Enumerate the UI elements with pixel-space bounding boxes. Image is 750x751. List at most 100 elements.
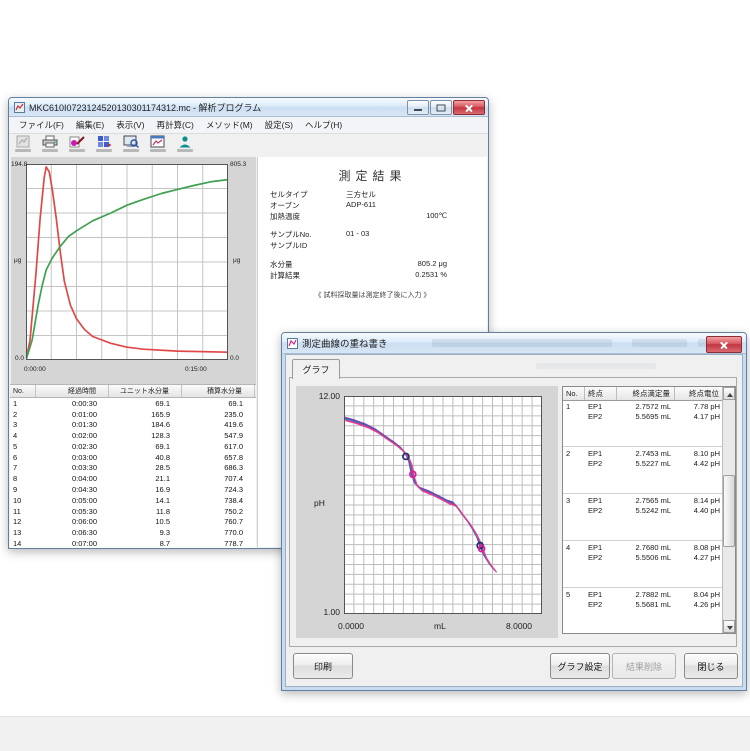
- result-number: 3: [566, 496, 570, 505]
- ep-label: EP2: [585, 459, 617, 469]
- ep-volume: 5.5242 mL: [617, 506, 675, 516]
- table-cell: 778.7: [182, 539, 255, 548]
- column-header[interactable]: No.: [10, 385, 36, 397]
- table-header: No.経過時間ユニット水分量積算水分量: [10, 385, 256, 398]
- overlay-title-bar[interactable]: 測定曲線の重ね書き: [282, 333, 746, 354]
- table-cell: 617.0: [182, 442, 255, 451]
- table-cell: 28.5: [109, 463, 182, 472]
- main-title-bar[interactable]: MKC610I0723124520130301174312.mc - 解析プログ…: [9, 98, 488, 117]
- table-row[interactable]: 60:03:0040.8657.8: [10, 452, 256, 463]
- graph-icon[interactable]: [146, 135, 170, 155]
- oven-value: ADP-611: [346, 200, 376, 209]
- table-row[interactable]: 20:01:00165.9235.0: [10, 409, 256, 420]
- overlay-window-icon: [287, 338, 298, 349]
- column-header[interactable]: 経過時間: [36, 385, 109, 397]
- ep-result-group[interactable]: 1EP12.7572 mL7.78 pHEP25.5695 mL4.17 pH: [563, 400, 724, 447]
- column-header[interactable]: 終点滴定量: [617, 387, 675, 400]
- table-cell: 235.0: [182, 410, 255, 419]
- ep-row: EP12.7565 mL8.14 pH: [585, 496, 724, 506]
- table-cell: 686.3: [182, 463, 255, 472]
- column-header[interactable]: No.: [563, 387, 585, 400]
- oven-label: オーブン: [270, 200, 300, 211]
- table-cell: 738.4: [182, 496, 255, 505]
- menu-item[interactable]: メソッド(M): [200, 119, 259, 131]
- table-row[interactable]: 120:06:0010.5760.7: [10, 516, 256, 527]
- calc-result-label: 計算結果: [270, 270, 300, 281]
- user-icon[interactable]: [173, 135, 197, 155]
- ep-result-group[interactable]: 2EP12.7453 mL8.10 pHEP25.5227 mL4.42 pH: [563, 447, 724, 494]
- table-cell: 0:06:00: [36, 517, 109, 526]
- scroll-up-button[interactable]: [723, 387, 735, 400]
- table-cell: 760.7: [182, 517, 255, 526]
- table-row[interactable]: 30:01:30184.6419.6: [10, 420, 256, 431]
- menu-item[interactable]: 再計算(C): [151, 119, 200, 131]
- table-row[interactable]: 80:04:0021.1707.4: [10, 473, 256, 484]
- menu-item[interactable]: ファイル(F): [13, 119, 70, 131]
- table-row[interactable]: 40:02:00128.3547.9: [10, 430, 256, 441]
- ep-row: EP25.5242 mL4.40 pH: [585, 506, 724, 516]
- close-dialog-button[interactable]: 閉じる: [684, 653, 738, 679]
- endpoint-table[interactable]: No.終点終点滴定量終点電位 1EP12.7572 mL7.78 pHEP25.…: [562, 386, 736, 634]
- measurement-table[interactable]: No.経過時間ユニット水分量積算水分量 10:00:3069.169.120:0…: [10, 384, 256, 548]
- table-row[interactable]: 70:03:3028.5686.3: [10, 463, 256, 474]
- table-cell: 128.3: [109, 431, 182, 440]
- table-cell: 724.3: [182, 485, 255, 494]
- minimize-button[interactable]: [407, 100, 429, 115]
- print-icon[interactable]: [38, 135, 62, 155]
- table-cell: 69.1: [182, 399, 255, 408]
- scroll-down-button[interactable]: [723, 620, 735, 633]
- column-header[interactable]: ユニット水分量: [109, 385, 182, 397]
- page-bottom-strip: [0, 716, 750, 751]
- ep-label: EP1: [585, 543, 617, 553]
- calc-result-value: 0.2531 %: [415, 270, 447, 279]
- table-row[interactable]: 50:02:3069.1617.0: [10, 441, 256, 452]
- y-left-unit-label: μg: [14, 257, 21, 264]
- cell-type-label: セルタイプ: [270, 189, 308, 200]
- column-header[interactable]: 終点電位: [675, 387, 724, 400]
- table-row[interactable]: 140:07:008.7778.7: [10, 538, 256, 549]
- menu-item[interactable]: ヘルプ(H): [299, 119, 348, 131]
- overlay-window: 測定曲線の重ね書き グラフ 12.00 1.00 pH 0.0000 mL 8.…: [281, 332, 747, 691]
- overlay-close-button[interactable]: [706, 336, 742, 353]
- ep-potential: 7.78 pH: [675, 402, 724, 412]
- table-cell: 5: [10, 442, 36, 451]
- table-row[interactable]: 110:05:3011.8750.2: [10, 506, 256, 517]
- heat-temp-value: 100℃: [426, 211, 447, 220]
- menu-item[interactable]: 編集(E): [70, 119, 110, 131]
- table-cell: 0:02:30: [36, 442, 109, 451]
- table-cell: 0:01:30: [36, 420, 109, 429]
- ep-row: EP25.5695 mL4.17 pH: [585, 412, 724, 422]
- scrollbar-thumb[interactable]: [723, 475, 735, 547]
- remeasure-icon[interactable]: [119, 135, 143, 155]
- menu-item[interactable]: 設定(S): [259, 119, 299, 131]
- ep-result-group[interactable]: 5EP12.7882 mL8.04 pHEP25.5681 mL4.26 pH: [563, 588, 724, 633]
- ep-potential: 4.17 pH: [675, 412, 724, 422]
- table-cell: 547.9: [182, 431, 255, 440]
- tab-graph[interactable]: グラフ: [292, 359, 340, 379]
- table-row[interactable]: 90:04:3016.9724.3: [10, 484, 256, 495]
- table-row[interactable]: 100:05:0014.1738.4: [10, 495, 256, 506]
- sample-icon[interactable]: [65, 135, 89, 155]
- maximize-button[interactable]: [430, 100, 452, 115]
- graph-settings-button[interactable]: グラフ設定: [550, 653, 610, 679]
- endpoint-table-scrollbar[interactable]: [722, 387, 735, 633]
- close-button[interactable]: [453, 100, 485, 115]
- y-left-min-label: 0.0: [13, 355, 24, 362]
- drying-chart: [26, 164, 228, 360]
- sample-no-value: 01 - 03: [346, 229, 369, 238]
- table-row[interactable]: 10:00:3069.169.1: [10, 398, 256, 409]
- table-cell: 0:05:00: [36, 496, 109, 505]
- print-button[interactable]: 印刷: [293, 653, 353, 679]
- menu-item[interactable]: 表示(V): [110, 119, 150, 131]
- y-right-unit-label: μg: [233, 257, 240, 264]
- table-row[interactable]: 130:06:309.3770.0: [10, 527, 256, 538]
- ep-result-group[interactable]: 3 EP12.7565 mL8.14 pHEP25.5242 mL4.40 pH: [563, 494, 724, 541]
- report-icon[interactable]: [11, 135, 35, 155]
- ep-result-group[interactable]: 4EP12.7680 mL8.08 pHEP25.5506 mL4.27 pH: [563, 541, 724, 588]
- ep-row: EP12.7572 mL7.78 pH: [585, 402, 724, 412]
- table-cell: 69.1: [109, 442, 182, 451]
- ep-volume: 2.7453 mL: [617, 449, 675, 459]
- column-header[interactable]: 積算水分量: [182, 385, 255, 397]
- cell-icon[interactable]: [92, 135, 116, 155]
- column-header[interactable]: 終点: [585, 387, 617, 400]
